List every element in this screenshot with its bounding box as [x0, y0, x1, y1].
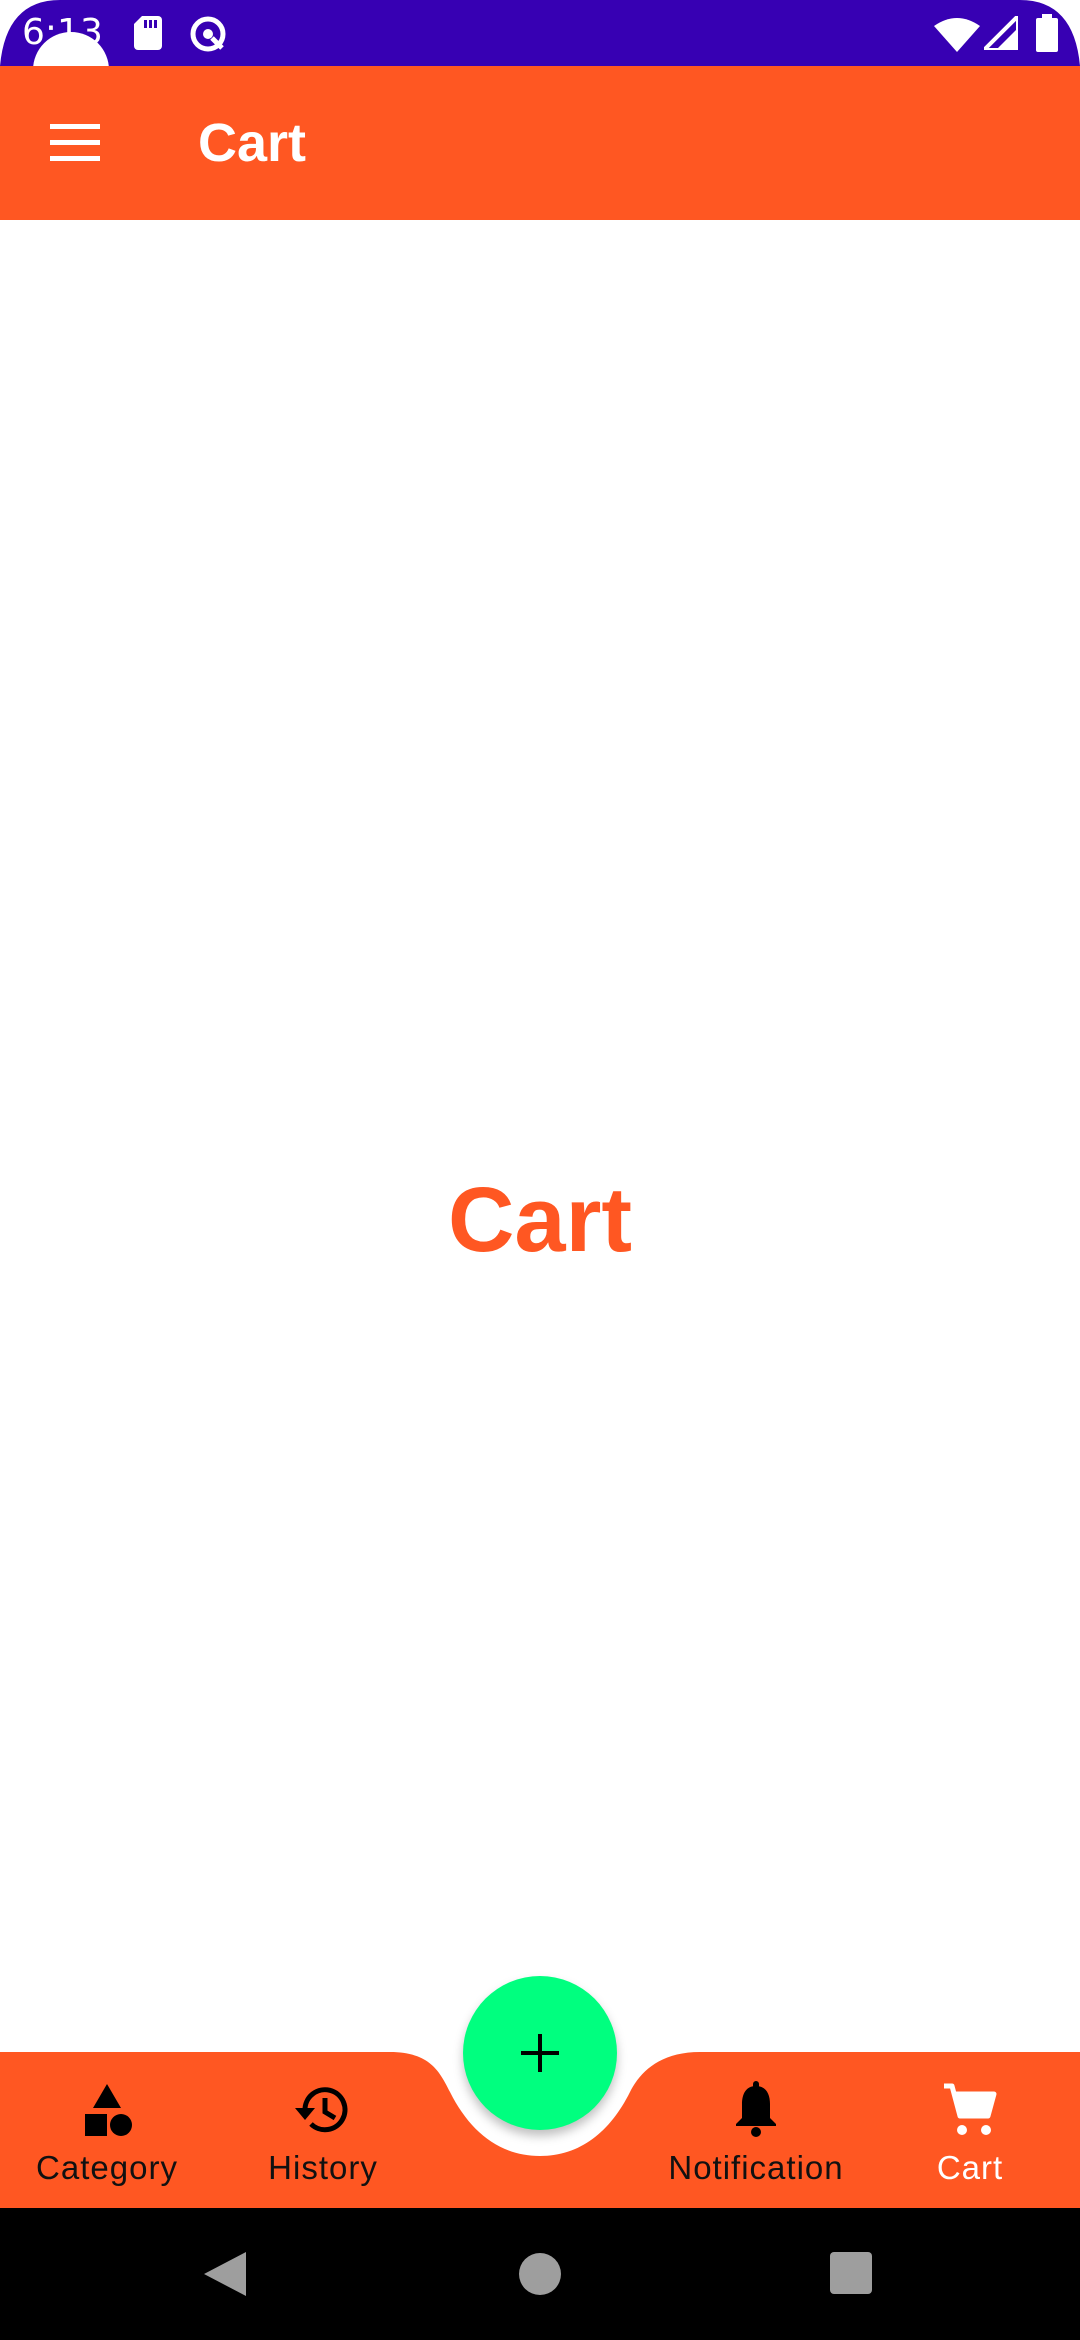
history-icon	[295, 2087, 348, 2133]
nav-label-notification: Notification	[668, 2149, 844, 2186]
nav-item-history[interactable]: History	[220, 2052, 426, 2208]
nav-label-history: History	[268, 2149, 378, 2186]
nav-label-cart: Cart	[936, 2149, 1004, 2186]
top-app-bar: Cart	[0, 66, 1080, 220]
category-shapes-icon	[85, 2084, 132, 2136]
phone-screen: 6:13	[0, 0, 1080, 2340]
nav-item-category[interactable]: Category	[0, 2052, 214, 2208]
shopping-cart-icon	[944, 2083, 997, 2135]
hamburger-menu-icon[interactable]	[46, 118, 106, 168]
content-heading: Cart	[447, 1169, 633, 1271]
page-title: Cart	[198, 113, 307, 173]
system-navigation-bar	[0, 2208, 1080, 2340]
screen-corner-right	[1020, 0, 1080, 66]
nav-label-category: Category	[36, 2149, 178, 2186]
add-fab-button[interactable]	[463, 1976, 617, 2130]
sd-card-icon	[134, 16, 162, 50]
status-bar: 6:13	[0, 0, 1080, 66]
home-icon[interactable]	[518, 2252, 562, 2296]
nav-item-notification[interactable]: Notification	[650, 2052, 862, 2208]
signal-icon	[984, 16, 1018, 50]
recents-icon[interactable]	[830, 2252, 872, 2294]
plus-icon	[521, 2034, 559, 2072]
bell-icon	[736, 2081, 776, 2137]
data-saver-icon	[190, 16, 226, 52]
wifi-icon	[934, 18, 980, 52]
back-icon[interactable]	[204, 2252, 246, 2296]
nav-item-cart[interactable]: Cart	[880, 2052, 1060, 2208]
